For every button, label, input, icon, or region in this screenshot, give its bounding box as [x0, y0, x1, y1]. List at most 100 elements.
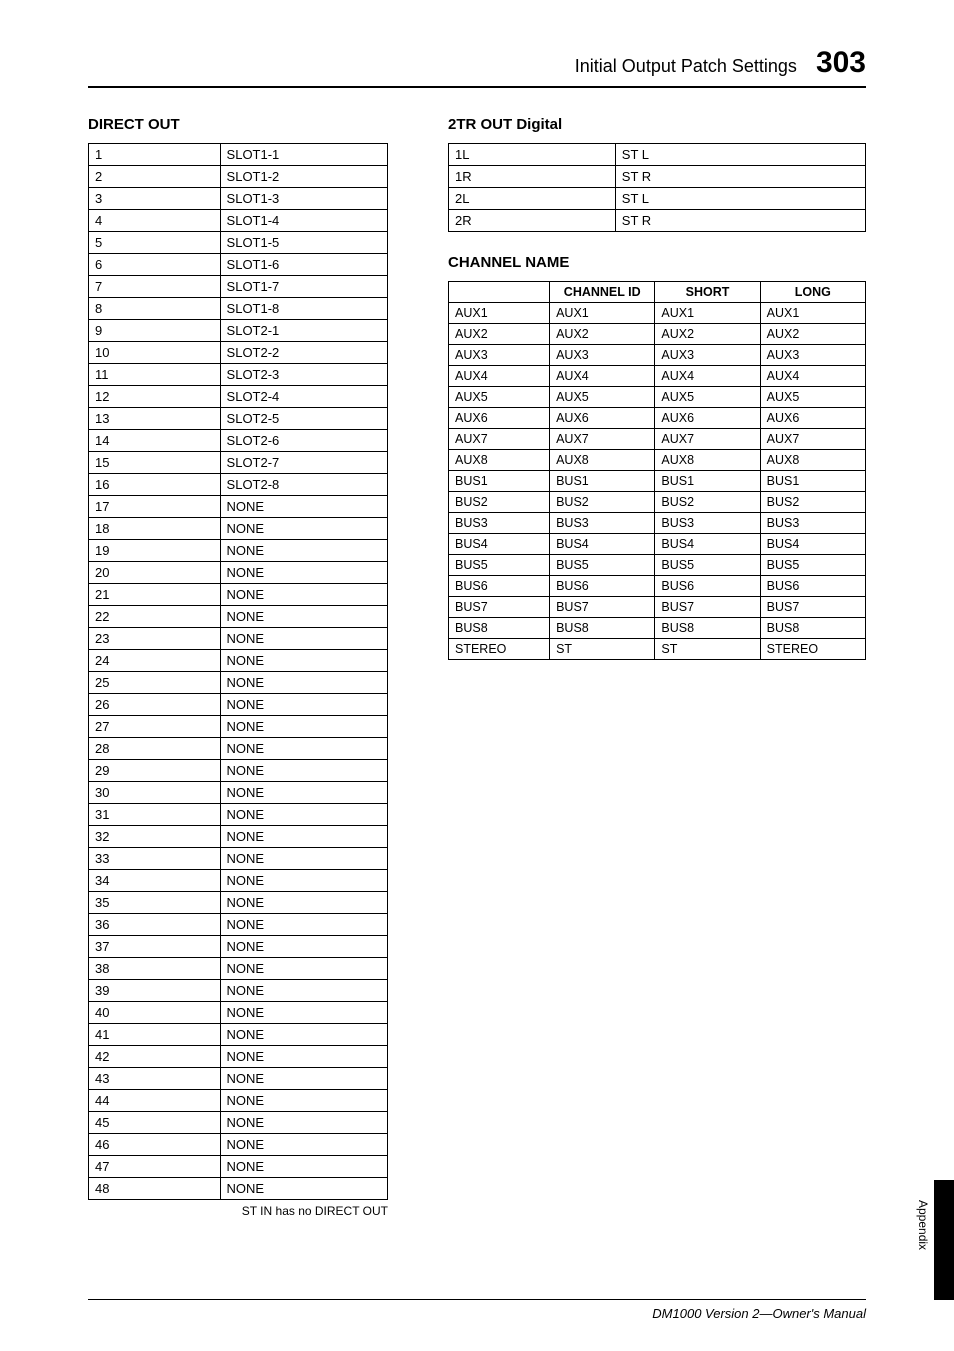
- table-row: 31NONE: [89, 804, 388, 826]
- table-row: 48NONE: [89, 1178, 388, 1200]
- table-cell: AUX7: [655, 429, 760, 450]
- table-cell: AUX5: [550, 387, 655, 408]
- table-cell: ST R: [615, 166, 865, 188]
- table-row: 34NONE: [89, 870, 388, 892]
- table-row: 14SLOT2-6: [89, 430, 388, 452]
- table-cell: NONE: [220, 738, 387, 760]
- table-cell: BUS1: [550, 471, 655, 492]
- table-cell: SLOT1-6: [220, 254, 387, 276]
- table-cell: AUX3: [449, 345, 550, 366]
- table-row: 43NONE: [89, 1068, 388, 1090]
- header-bar: Initial Output Patch Settings 303: [88, 44, 866, 88]
- table-cell: 47: [89, 1156, 221, 1178]
- table-cell: BUS8: [449, 618, 550, 639]
- table-cell: AUX5: [449, 387, 550, 408]
- table-cell: ST: [655, 639, 760, 660]
- table-cell: 42: [89, 1046, 221, 1068]
- table-cell: 3: [89, 188, 221, 210]
- table-row: 18NONE: [89, 518, 388, 540]
- table-row: 2SLOT1-2: [89, 166, 388, 188]
- table-cell: 29: [89, 760, 221, 782]
- table-cell: NONE: [220, 1134, 387, 1156]
- table-cell: BUS7: [655, 597, 760, 618]
- table-cell: NONE: [220, 870, 387, 892]
- table-cell: NONE: [220, 958, 387, 980]
- table-cell: 41: [89, 1024, 221, 1046]
- table-row: 26NONE: [89, 694, 388, 716]
- table-cell: SLOT1-8: [220, 298, 387, 320]
- table-cell: NONE: [220, 804, 387, 826]
- table-row: AUX8AUX8AUX8AUX8: [449, 450, 866, 471]
- table-row: 4SLOT1-4: [89, 210, 388, 232]
- table-cell: SLOT1-4: [220, 210, 387, 232]
- table-row: 20NONE: [89, 562, 388, 584]
- table-row: BUS5BUS5BUS5BUS5: [449, 555, 866, 576]
- table-row: 24NONE: [89, 650, 388, 672]
- table-cell: AUX2: [449, 324, 550, 345]
- table-row: 17NONE: [89, 496, 388, 518]
- table-cell: SLOT1-2: [220, 166, 387, 188]
- table-cell: BUS4: [760, 534, 865, 555]
- table-cell: AUX7: [449, 429, 550, 450]
- table-cell: BUS8: [760, 618, 865, 639]
- table-cell: NONE: [220, 1046, 387, 1068]
- table-cell: 21: [89, 584, 221, 606]
- table-cell: NONE: [220, 782, 387, 804]
- table-row: 13SLOT2-5: [89, 408, 388, 430]
- table-cell: AUX3: [655, 345, 760, 366]
- channel-name-title: CHANNEL NAME: [448, 254, 866, 271]
- table-cell: 38: [89, 958, 221, 980]
- table-cell: BUS6: [550, 576, 655, 597]
- table-cell: BUS2: [760, 492, 865, 513]
- table-row: 29NONE: [89, 760, 388, 782]
- header-title: Initial Output Patch Settings: [575, 56, 797, 76]
- column-left: DIRECT OUT 1SLOT1-12SLOT1-23SLOT1-34SLOT…: [88, 116, 388, 1218]
- table-cell: SLOT2-3: [220, 364, 387, 386]
- table-cell: NONE: [220, 936, 387, 958]
- table-cell: SLOT2-6: [220, 430, 387, 452]
- table-row: 46NONE: [89, 1134, 388, 1156]
- table-cell: AUX1: [449, 303, 550, 324]
- table-cell: AUX8: [449, 450, 550, 471]
- table-cell: AUX8: [655, 450, 760, 471]
- table-cell: 7: [89, 276, 221, 298]
- table-row: 30NONE: [89, 782, 388, 804]
- table-row: 35NONE: [89, 892, 388, 914]
- table-row: AUX4AUX4AUX4AUX4: [449, 366, 866, 387]
- table-cell: AUX4: [655, 366, 760, 387]
- table-cell: AUX1: [655, 303, 760, 324]
- table-cell: ST L: [615, 144, 865, 166]
- table-cell: NONE: [220, 650, 387, 672]
- table-cell: AUX5: [760, 387, 865, 408]
- table-cell: STEREO: [449, 639, 550, 660]
- table-cell: BUS3: [760, 513, 865, 534]
- table-cell: 20: [89, 562, 221, 584]
- table-cell: 2L: [449, 188, 616, 210]
- table-cell: AUX3: [550, 345, 655, 366]
- table-row: 36NONE: [89, 914, 388, 936]
- table-cell: NONE: [220, 496, 387, 518]
- table-cell: 32: [89, 826, 221, 848]
- channel-name-header-0: [449, 282, 550, 303]
- side-tab: [934, 1180, 954, 1300]
- table-row: 32NONE: [89, 826, 388, 848]
- table-cell: 12: [89, 386, 221, 408]
- table-cell: BUS8: [550, 618, 655, 639]
- table-cell: 1L: [449, 144, 616, 166]
- table-cell: AUX6: [760, 408, 865, 429]
- table-cell: SLOT1-5: [220, 232, 387, 254]
- table-cell: 33: [89, 848, 221, 870]
- table-cell: BUS2: [449, 492, 550, 513]
- table-cell: AUX8: [550, 450, 655, 471]
- table-cell: ST: [550, 639, 655, 660]
- table-cell: BUS6: [760, 576, 865, 597]
- table-cell: NONE: [220, 760, 387, 782]
- table-cell: AUX2: [760, 324, 865, 345]
- channel-name-header-2: SHORT: [655, 282, 760, 303]
- table-cell: 1R: [449, 166, 616, 188]
- table-cell: AUX6: [655, 408, 760, 429]
- table-row: BUS1BUS1BUS1BUS1: [449, 471, 866, 492]
- table-row: 15SLOT2-7: [89, 452, 388, 474]
- table-cell: AUX8: [760, 450, 865, 471]
- table-cell: 2R: [449, 210, 616, 232]
